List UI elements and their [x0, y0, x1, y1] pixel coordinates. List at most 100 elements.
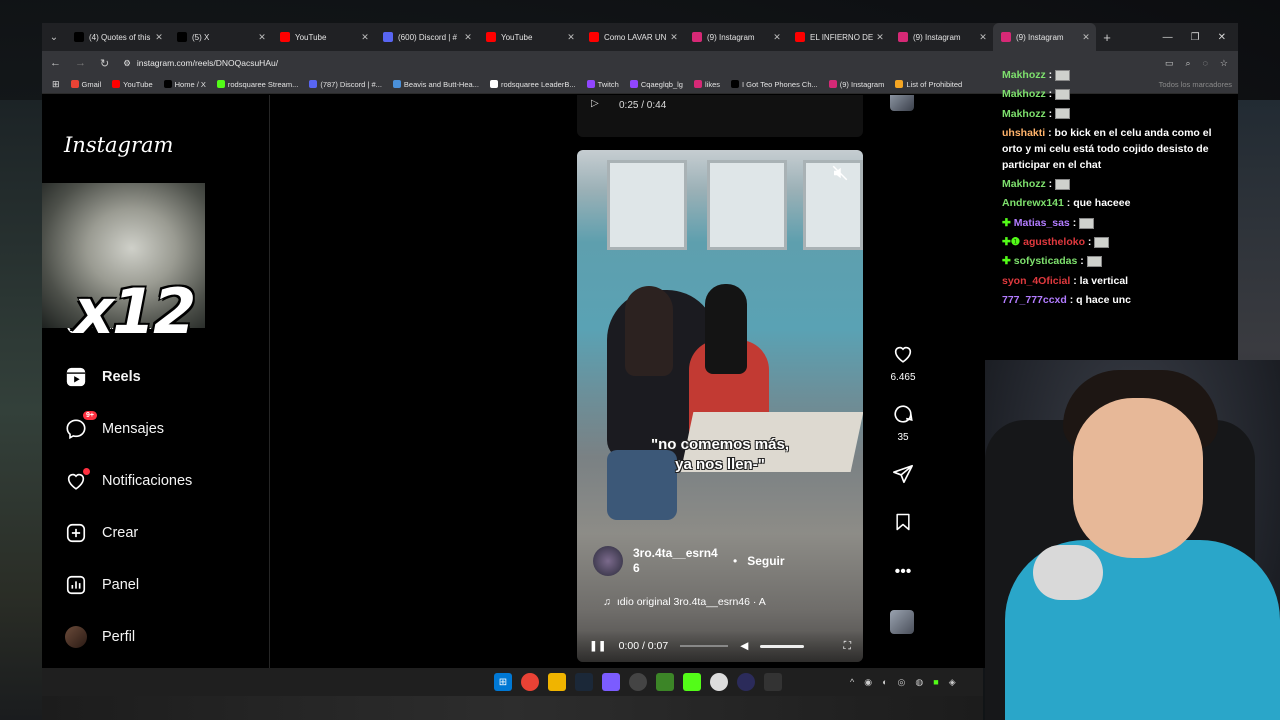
chat-username[interactable]: uhshakti [1002, 127, 1045, 139]
browser-tab[interactable]: YouTube ✕ [478, 23, 581, 51]
bookmark-item[interactable]: YouTube [112, 80, 153, 89]
follow-button[interactable]: Seguir [747, 554, 784, 568]
tab-close-icon[interactable]: ✕ [668, 32, 680, 43]
minimize-icon[interactable]: — [1163, 32, 1173, 43]
nav-reels[interactable]: Reels [64, 365, 141, 389]
previous-reel-strip[interactable]: ▷ 0:25 / 0:44 [577, 95, 863, 137]
windows-start-icon[interactable]: ⊞ [494, 673, 512, 691]
tab-close-icon[interactable]: ✕ [256, 32, 268, 43]
chat-username[interactable]: Makhozz [1002, 88, 1046, 100]
bookmark-item[interactable]: Cqaeglqb_lg [629, 80, 683, 89]
fullscreen-icon[interactable]: ⛶ [844, 640, 851, 653]
browser-tab[interactable]: (9) Instagram ✕ [684, 23, 787, 51]
forward-icon[interactable]: → [75, 57, 86, 69]
bookmark-item[interactable]: (787) Discord | #... [309, 80, 382, 89]
nav-notificaciones[interactable]: Notificaciones [64, 468, 192, 493]
muted-icon[interactable] [831, 164, 851, 184]
app-icon[interactable] [737, 673, 755, 691]
volume-icon[interactable]: ◀ [740, 640, 748, 652]
chat-username[interactable]: sofysticadas [1014, 255, 1078, 267]
comment-action[interactable]: 35 [887, 403, 919, 443]
chat-username[interactable]: Makhozz [1002, 108, 1046, 120]
app-icon[interactable] [764, 673, 782, 691]
chat-username[interactable]: Matias_sas [1014, 217, 1070, 229]
app-icon[interactable] [602, 673, 620, 691]
apps-grid-icon[interactable]: ⊞ [52, 79, 60, 90]
tray-icon[interactable]: ■ [933, 677, 938, 688]
bookmark-star-icon[interactable]: ☆ [1220, 58, 1228, 69]
tray-icon[interactable]: ◐ [882, 677, 887, 688]
nav-panel[interactable]: Panel [64, 573, 139, 597]
tray-icon[interactable]: ◎ [898, 677, 906, 688]
chat-username[interactable]: Andrewx141 [1002, 197, 1064, 209]
browser-tab[interactable]: (5) X ✕ [169, 23, 272, 51]
chrome-icon[interactable] [521, 673, 539, 691]
bookmark-item[interactable]: I Got Teo Phones Ch... [731, 80, 818, 89]
tab-close-icon[interactable]: ✕ [565, 32, 577, 43]
tab-close-icon[interactable]: ✕ [771, 32, 783, 43]
restore-icon[interactable]: ❐ [1191, 32, 1200, 43]
more-options-icon[interactable]: ••• [887, 561, 919, 583]
bookmark-item[interactable]: List of Prohibited [895, 80, 962, 89]
browser-tab[interactable]: EL INFIERNO DE ✕ [787, 23, 890, 51]
reload-icon[interactable]: ↻ [100, 57, 109, 70]
browser-tab[interactable]: (4) Quotes of this ✕ [66, 23, 169, 51]
send-icon[interactable] [887, 463, 919, 490]
chat-username[interactable]: 777_777ccxd [1002, 294, 1067, 306]
author-avatar[interactable] [593, 546, 623, 576]
steam-icon[interactable] [575, 673, 593, 691]
bookmark-item[interactable]: Beavis and Butt-Hea... [392, 80, 479, 89]
audio-thumbnail[interactable] [890, 610, 914, 634]
bookmark-item[interactable]: (9) Instagram [828, 80, 884, 89]
tab-search-icon[interactable]: ⌄ [42, 23, 66, 51]
file-explorer-icon[interactable] [548, 673, 566, 691]
chat-username[interactable]: Makhozz [1002, 178, 1046, 190]
nav-perfil[interactable]: Perfil [64, 625, 135, 649]
tab-close-icon[interactable]: ✕ [462, 32, 474, 43]
progress-bar[interactable] [680, 645, 729, 647]
tab-close-icon[interactable]: ✕ [977, 32, 989, 43]
bookmark-item[interactable]: Home / X [163, 80, 206, 89]
tray-icon[interactable]: ◉ [864, 677, 872, 688]
chat-username[interactable]: agustheloko [1023, 236, 1085, 248]
tray-expand-icon[interactable]: ^ [850, 677, 854, 688]
bookmark-item[interactable]: Gmail [70, 80, 101, 89]
browser-tab[interactable]: (9) Instagram ✕ [993, 23, 1096, 51]
tab-close-icon[interactable]: ✕ [1080, 32, 1092, 43]
chat-username[interactable]: Makhozz [1002, 69, 1046, 81]
tab-close-icon[interactable]: ✕ [153, 32, 165, 43]
like-action[interactable]: 6.465 [887, 343, 919, 383]
back-icon[interactable]: ← [50, 57, 61, 69]
new-tab-icon[interactable]: + [1096, 30, 1118, 45]
bookmark-item[interactable]: rodsquaree Stream... [216, 80, 298, 89]
author-username[interactable]: 3ro.4ta__esrn4 6 [633, 546, 723, 576]
save-action[interactable] [887, 511, 919, 538]
browser-tab[interactable]: (600) Discord | # ✕ [375, 23, 478, 51]
pause-icon[interactable]: ❚❚ [589, 640, 607, 652]
heart-outline-icon[interactable] [887, 343, 919, 370]
browser-tab[interactable]: (9) Instagram ✕ [890, 23, 993, 51]
browser-tab[interactable]: Como LAVAR UN ✕ [581, 23, 684, 51]
close-window-icon[interactable]: ✕ [1218, 32, 1226, 43]
tab-close-icon[interactable]: ✕ [359, 32, 371, 43]
nav-mensajes[interactable]: 9+ Mensajes [64, 411, 164, 441]
volume-slider[interactable] [760, 644, 805, 648]
chat-username[interactable]: syon_4Oficial [1002, 275, 1070, 287]
bookmark-item[interactable]: likes [693, 80, 720, 89]
app-icon[interactable] [710, 673, 728, 691]
share-action[interactable] [887, 463, 919, 490]
reel-audio[interactable]: ♫ ıdio original 3ro.4ta__esrn46 · A [603, 596, 766, 608]
previous-audio-thumbnail[interactable] [890, 95, 914, 111]
bookmark-item[interactable]: Twitch [586, 80, 619, 89]
comment-icon[interactable] [887, 403, 919, 430]
nav-crear[interactable]: Crear [64, 521, 138, 545]
reel-video[interactable]: "no comemos más, ya nos llen-" 3ro.4ta__… [577, 150, 863, 662]
site-info-icon[interactable]: ⚙ [123, 58, 131, 69]
tab-close-icon[interactable]: ✕ [874, 32, 886, 43]
obs-icon[interactable] [629, 673, 647, 691]
minecraft-icon[interactable] [656, 673, 674, 691]
play-icon[interactable]: ▷ [591, 98, 599, 109]
bookmark-item[interactable]: rodsquaree LeaderB... [489, 80, 576, 89]
tray-icon[interactable]: ◍ [915, 677, 923, 688]
instagram-logo[interactable]: Instagram [64, 133, 173, 157]
